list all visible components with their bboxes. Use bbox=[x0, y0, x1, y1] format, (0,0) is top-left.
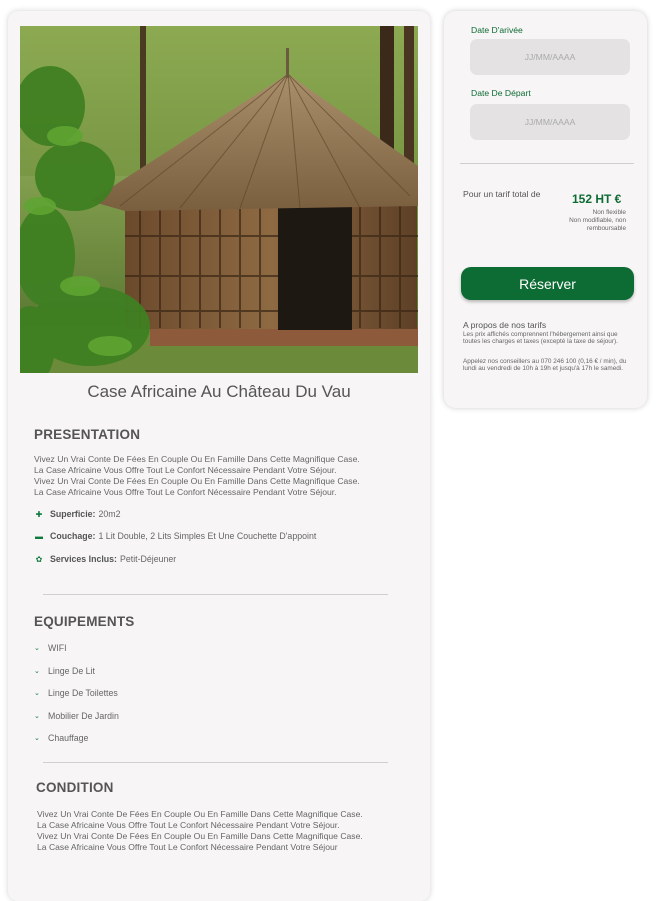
feature-bedding: ▬ Couchage: 1 Lit Double, 2 Lits Simples… bbox=[34, 531, 316, 541]
equipement-label: Linge De Toilettes bbox=[48, 688, 118, 698]
presentation-line: La Case Africaine Vous Offre Tout Le Con… bbox=[34, 465, 337, 475]
feature-surface: ✚ Superficie: 20m2 bbox=[34, 509, 121, 519]
equipement-item: ⌄ Linge De Lit bbox=[34, 666, 95, 676]
condition-line: La Case Africaine Vous Offre Tout Le Con… bbox=[37, 842, 338, 852]
presentation-text: Vivez Un Vrai Conte De Fées En Couple Ou… bbox=[34, 454, 360, 498]
chevron-down-icon: ⌄ bbox=[34, 645, 40, 652]
presentation-line: La Case Africaine Vous Offre Tout Le Con… bbox=[34, 487, 337, 497]
contact-text: Appelez nos conseillers au 070 246 100 (… bbox=[463, 358, 627, 373]
feature-services: ✿ Services Inclus: Petit-Déjeuner bbox=[34, 554, 177, 564]
non-flexible-note: Non flexible bbox=[592, 209, 626, 216]
divider bbox=[460, 163, 634, 164]
equipement-label: Chauffage bbox=[48, 733, 89, 743]
presentation-heading: PRESENTATION bbox=[34, 427, 141, 442]
equipement-item: ⌄ Mobilier De Jardin bbox=[34, 711, 119, 721]
room-photo bbox=[20, 26, 418, 373]
room-title: Case Africaine Au Château Du Vau bbox=[87, 382, 351, 401]
equipements-heading: EQUIPEMENTS bbox=[34, 614, 135, 629]
condition-line: Vivez Un Vrai Conte De Fées En Couple Ou… bbox=[37, 809, 363, 819]
equipement-label: Mobilier De Jardin bbox=[48, 711, 119, 721]
chevron-down-icon: ⌄ bbox=[34, 668, 40, 675]
feature-label: Superficie: bbox=[50, 509, 96, 519]
bed-icon: ▬ bbox=[35, 531, 43, 541]
arrival-date-input[interactable] bbox=[470, 39, 630, 75]
about-rates-text: Les prix affichés comprennent l'hébergem… bbox=[463, 331, 618, 346]
chevron-down-icon: ⌄ bbox=[34, 713, 40, 720]
presentation-line: Vivez Un Vrai Conte De Fées En Couple Ou… bbox=[34, 476, 360, 486]
arrival-date-label: Date D'arivée bbox=[471, 25, 523, 35]
divider bbox=[43, 594, 388, 595]
room-details-card: Case Africaine Au Château Du Vau PRESENT… bbox=[8, 11, 430, 901]
condition-heading: CONDITION bbox=[36, 780, 114, 795]
equipement-label: WIFI bbox=[48, 643, 67, 653]
feature-label: Couchage: bbox=[50, 531, 96, 541]
equipement-item: ⌄ WIFI bbox=[34, 643, 67, 653]
non-modifiable-note: Non modifiable, non remboursable bbox=[569, 217, 626, 232]
reserve-button[interactable]: Réserver bbox=[461, 267, 634, 300]
total-price: 152 HT € bbox=[572, 192, 622, 206]
total-price-label: Pour un tarif total de bbox=[463, 189, 541, 199]
chevron-down-icon: ⌄ bbox=[34, 690, 40, 697]
presentation-line: Vivez Un Vrai Conte De Fées En Couple Ou… bbox=[34, 454, 360, 464]
equipement-item: ⌄ Linge De Toilettes bbox=[34, 688, 118, 698]
feature-label: Services Inclus: bbox=[50, 554, 117, 564]
equipement-item: ⌄ Chauffage bbox=[34, 733, 88, 743]
about-rates-title: A propos de nos tarifs bbox=[463, 320, 547, 330]
feature-value: Petit-Déjeuner bbox=[120, 554, 177, 564]
condition-text: Vivez Un Vrai Conte De Fées En Couple Ou… bbox=[37, 809, 363, 853]
condition-line: Vivez Un Vrai Conte De Fées En Couple Ou… bbox=[37, 831, 363, 841]
area-icon: ✚ bbox=[35, 509, 43, 519]
feature-value: 1 Lit Double, 2 Lits Simples Et Une Couc… bbox=[98, 531, 317, 541]
departure-date-input[interactable] bbox=[470, 104, 630, 140]
condition-line: La Case Africaine Vous Offre Tout Le Con… bbox=[37, 820, 340, 830]
equipement-label: Linge De Lit bbox=[48, 666, 95, 676]
feature-value: 20m2 bbox=[98, 509, 121, 519]
chevron-down-icon: ⌄ bbox=[34, 735, 40, 742]
booking-card: Date D'arivée Date De Départ Pour un tar… bbox=[444, 11, 647, 408]
departure-date-label: Date De Départ bbox=[471, 88, 531, 98]
paw-icon: ✿ bbox=[35, 554, 43, 564]
divider bbox=[43, 762, 388, 763]
